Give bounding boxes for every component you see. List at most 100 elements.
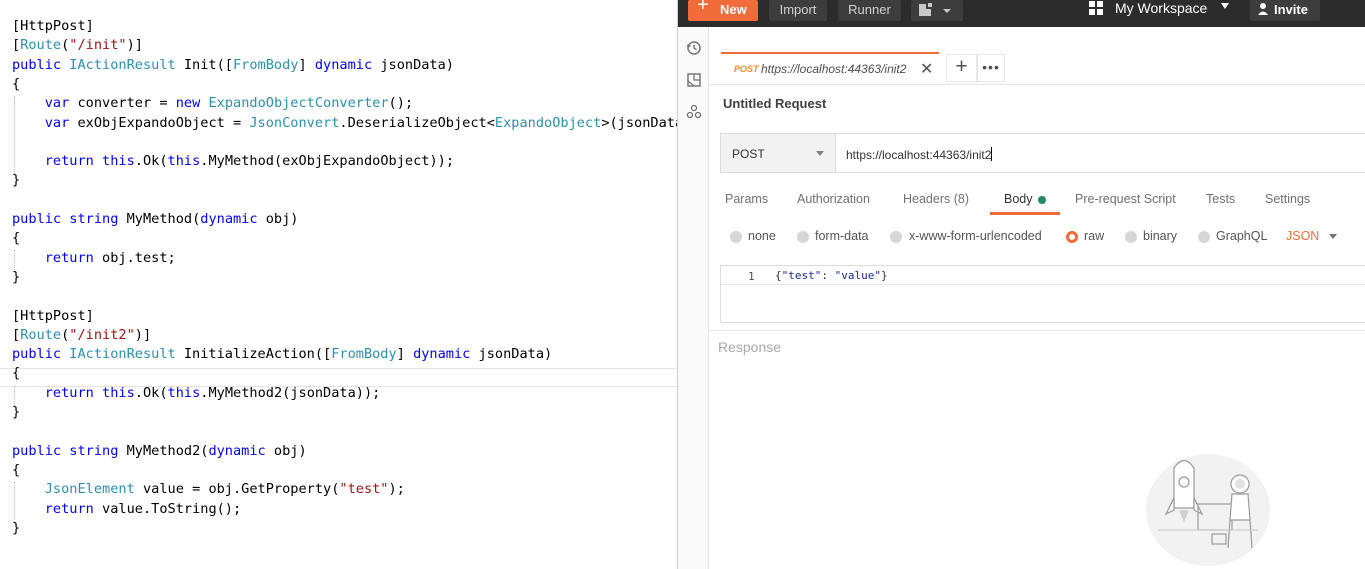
import-button[interactable]: Import [769,0,827,21]
request-tab[interactable]: POST https://localhost:44363/init2 ✕ [721,52,939,85]
radio-raw[interactable] [1066,231,1078,243]
code-token: var [44,114,78,131]
tab-params[interactable]: Params [725,192,768,206]
code-line: return obj.test; [12,249,176,268]
radio-form-data-label[interactable]: form-data [815,229,869,243]
code-token: return [44,384,103,401]
json-brace: } [880,269,888,282]
divider [709,330,1365,331]
radio-none[interactable] [730,231,742,243]
tab-tests[interactable]: Tests [1206,192,1235,206]
radio-binary[interactable] [1125,231,1137,243]
code-token: JsonElement [44,481,143,498]
code-token: obj) [265,211,299,227]
add-tab-button[interactable]: + [946,54,977,82]
code-token: this [102,153,135,170]
code-token: string [69,442,127,459]
code-token: Init([ [183,56,233,73]
code-token: public [12,346,70,363]
code-line: { [12,75,20,94]
code-token: { [12,461,21,478]
code-token: InitializeAction([ [183,346,332,363]
code-token: return [44,249,103,266]
url-input[interactable]: https://localhost:44363/init2 [836,133,1365,296]
collections-icon[interactable] [686,72,702,88]
code-token: jsonData) [380,56,454,73]
code-line: [Route("/init2")] [12,326,151,345]
more-tabs-button[interactable]: ••• [977,54,1005,82]
new-window-icon [919,2,951,16]
code-editor[interactable]: [HttpPost] [Route("/init")] public IAction… [0,0,677,569]
code-token: ExpandoObjectConverter [208,95,389,112]
chevron-down-icon[interactable] [1329,234,1337,239]
postman-window: + New Import Runner My Workspace Invite … [677,0,1365,569]
json-key: "test" [781,269,822,282]
workspace-label: My Workspace [1115,0,1208,16]
json-colon: : [821,269,835,282]
new-window-button[interactable] [911,0,963,21]
runner-button[interactable]: Runner [838,0,901,21]
radio-urlencoded[interactable] [890,231,902,243]
code-token: } [12,519,21,536]
code-token: .Ok( [134,384,168,401]
code-token: ); [388,481,405,498]
response-heading: Response [718,339,782,355]
code-line: return value.ToString(); [12,500,241,519]
code-token: .Ok( [134,153,168,170]
history-icon[interactable] [686,40,702,56]
code-token: FromBody [331,346,397,363]
tab-pre-request-script[interactable]: Pre-request Script [1075,192,1176,206]
code-token: (); [388,95,414,112]
code-line: public IActionResult Init([FromBody] dyn… [12,56,454,75]
code-token: exObjExpandoObject = [77,114,250,131]
header-bar: + New Import Runner My Workspace Invite [678,0,1365,27]
radio-urlencoded-label[interactable]: x-www-form-urlencoded [909,229,1042,243]
code-token: { [12,75,21,92]
tab-authorization[interactable]: Authorization [797,192,870,206]
code-line: public string MyMethod2(dynamic obj) [12,442,307,461]
tab-headers[interactable]: Headers (8) [903,192,969,206]
code-token: JsonConvert [249,114,340,131]
code-token: MyMethod( [126,211,201,227]
body-modified-dot [1038,196,1046,204]
code-token: [HttpPost] [12,307,94,324]
tab-body[interactable]: Body [1004,192,1033,206]
code-line: var converter = new ExpandoObjectConvert… [12,94,413,113]
radio-none-label[interactable]: none [748,229,776,243]
request-title[interactable]: Untitled Request [723,96,826,111]
code-token: dynamic [314,56,381,73]
close-icon[interactable]: ✕ [920,59,933,79]
new-button[interactable]: + New [688,0,758,21]
radio-graphql-label[interactable]: GraphQL [1216,229,1267,243]
radio-binary-label[interactable]: binary [1143,229,1177,243]
body-format-select[interactable]: JSON [1286,229,1319,243]
apis-icon[interactable] [686,104,702,120]
ellipsis-icon: ••• [982,59,1000,75]
radio-graphql[interactable] [1198,231,1210,243]
code-token: this [167,384,201,401]
code-token: .MyMethod2(jsonData)); [200,384,381,401]
rocket-astronaut-illustration [1146,454,1270,566]
code-token: } [12,404,21,420]
line-number: 1 [748,270,755,283]
body-editor[interactable]: 1 {"test": "value"} [720,265,1365,323]
radio-raw-label[interactable]: raw [1084,229,1104,243]
radio-form-data[interactable] [797,231,809,243]
code-token: ] [298,56,315,73]
tab-settings[interactable]: Settings [1265,192,1310,206]
method-select[interactable]: POST [720,133,836,173]
code-token: )] [134,326,152,343]
code-token: )] [126,37,143,54]
code-token: var [44,95,78,112]
code-token: Route [20,326,62,343]
code-token: obj) [273,442,307,459]
url-value: https://localhost:44363/init2 [846,148,992,162]
invite-button[interactable]: Invite [1250,0,1320,21]
code-token: return [44,153,103,170]
plus-icon: + [955,55,968,78]
code-token: return [44,500,103,517]
code-token: string [69,211,127,227]
code-line: public string MyMethod(dynamic obj) [12,210,299,229]
invite-button-label: Invite [1274,2,1308,17]
